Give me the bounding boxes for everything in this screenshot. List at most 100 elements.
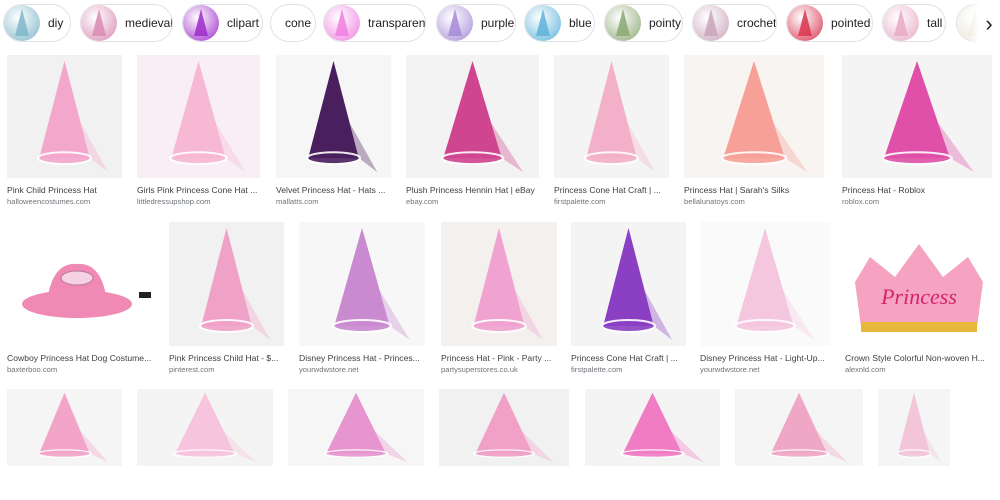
image-result[interactable]: Plush Princess Hennin Hat | eBay ebay.com: [406, 55, 539, 212]
result-source: bellalunatoys.com: [684, 197, 745, 206]
result-thumbnail[interactable]: [585, 389, 720, 466]
image-result[interactable]: Girls Pink Princess Cone Hat ... littledr…: [137, 55, 260, 212]
result-thumbnail[interactable]: Princess: [845, 222, 993, 346]
result-source: partysuperstores.co.uk: [441, 365, 518, 374]
chip-diy[interactable]: diy: [3, 4, 71, 42]
result-title[interactable]: Girls Pink Princess Cone Hat ...: [137, 185, 260, 195]
result-title[interactable]: Plush Princess Hennin Hat | eBay: [406, 185, 539, 195]
result-thumbnail[interactable]: [288, 389, 424, 466]
crown-text: Princess: [880, 284, 957, 309]
result-source: firstpalette.com: [571, 365, 623, 374]
result-thumbnail[interactable]: [7, 222, 154, 346]
chip-transparent[interactable]: transparent: [323, 4, 426, 42]
result-source: yourwdwstore.net: [700, 365, 760, 374]
chip-label: crochet: [737, 16, 777, 30]
result-title[interactable]: Disney Princess Hat - Princes...: [299, 353, 425, 363]
result-thumbnail[interactable]: [700, 222, 830, 346]
result-title[interactable]: Princess Hat - Roblox: [842, 185, 992, 195]
chip-label: diy: [48, 16, 64, 30]
chip-cone[interactable]: cone: [270, 4, 316, 42]
result-source: littledressupshop.com: [137, 197, 211, 206]
image-result[interactable]: [439, 389, 569, 500]
image-result[interactable]: [137, 389, 273, 500]
result-thumbnail[interactable]: [571, 222, 686, 346]
result-title[interactable]: Velvet Princess Hat - Hats ...: [276, 185, 391, 195]
image-result[interactable]: Velvet Princess Hat - Hats ... mallatts.c…: [276, 55, 391, 212]
chip-pointed[interactable]: pointed: [786, 4, 873, 42]
chip-thumbnail: [324, 5, 360, 41]
result-thumbnail[interactable]: [169, 222, 284, 346]
result-title[interactable]: Princess Hat - Pink - Party ...: [441, 353, 557, 363]
chip-label: purple: [481, 16, 515, 30]
result-thumbnail[interactable]: [7, 55, 122, 178]
result-thumbnail[interactable]: [842, 55, 992, 178]
chip-thumbnail: [437, 5, 473, 41]
chip-thumbnail: [693, 5, 729, 41]
chip-blue[interactable]: blue: [524, 4, 595, 42]
result-thumbnail[interactable]: [441, 222, 557, 346]
chip-label: pointy: [649, 16, 682, 30]
image-result[interactable]: Disney Princess Hat - Princes... yourwdws…: [299, 222, 425, 380]
chip-pointy[interactable]: pointy: [604, 4, 683, 42]
image-result[interactable]: [585, 389, 720, 500]
image-result[interactable]: [288, 389, 424, 500]
result-title[interactable]: Crown Style Colorful Non-woven H...: [845, 353, 993, 363]
chip-thumbnail: [183, 5, 219, 41]
chip-label: transparent: [368, 16, 426, 30]
result-thumbnail[interactable]: [439, 389, 569, 466]
chip-crochet[interactable]: crochet: [692, 4, 777, 42]
result-thumbnail[interactable]: [735, 389, 863, 466]
image-result[interactable]: [7, 389, 122, 500]
image-result[interactable]: Princess Crown Style Colorful Non-woven H…: [845, 222, 993, 380]
chip-label: blue: [569, 16, 592, 30]
result-title[interactable]: Pink Princess Child Hat - $...: [169, 353, 284, 363]
chip-thumbnail: [605, 5, 641, 41]
result-title[interactable]: Princess Cone Hat Craft | ...: [571, 353, 686, 363]
chip-thumbnail: [787, 5, 823, 41]
chip-medieval[interactable]: medieval: [80, 4, 173, 42]
result-thumbnail[interactable]: [7, 389, 122, 466]
image-result[interactable]: Princess Hat - Pink - Party ... partysupe…: [441, 222, 557, 380]
image-result[interactable]: Pink Princess Child Hat - $... pinterest.…: [169, 222, 284, 380]
image-result[interactable]: Pink Child Princess Hat halloweencostumes…: [7, 55, 122, 212]
chip-thumbnail: [883, 5, 919, 41]
chip-thumbnail: [81, 5, 117, 41]
result-title[interactable]: Princess Hat | Sarah's Silks: [684, 185, 824, 195]
chip-label: cone: [285, 16, 312, 30]
chip-label: tall: [927, 16, 943, 30]
image-result[interactable]: [735, 389, 863, 500]
result-source: firstpalette.com: [554, 197, 606, 206]
chip-clipart[interactable]: clipart: [182, 4, 263, 42]
result-thumbnail[interactable]: [137, 55, 260, 178]
result-thumbnail[interactable]: [554, 55, 669, 178]
result-source: mallatts.com: [276, 197, 319, 206]
result-source: yourwdwstore.net: [299, 365, 359, 374]
image-result[interactable]: Princess Hat | Sarah's Silks bellalunatoy…: [684, 55, 824, 212]
image-result[interactable]: Disney Princess Hat - Light-Up... yourwdw…: [700, 222, 830, 380]
result-source: baxterboo.com: [7, 365, 58, 374]
result-source: roblox.com: [842, 197, 880, 206]
result-title[interactable]: Disney Princess Hat - Light-Up...: [700, 353, 830, 363]
chip-label: clipart: [227, 16, 260, 30]
chip-tall[interactable]: tall: [882, 4, 946, 42]
image-result[interactable]: Cowboy Princess Hat Dog Costume... baxter…: [7, 222, 154, 380]
image-result[interactable]: Princess Hat - Roblox roblox.com: [842, 55, 992, 212]
result-title[interactable]: Cowboy Princess Hat Dog Costume...: [7, 353, 154, 363]
result-thumbnail[interactable]: [684, 55, 824, 178]
chip-label: pointed: [831, 16, 871, 30]
chip-thumbnail: [4, 5, 40, 41]
result-title[interactable]: Princess Cone Hat Craft | ...: [554, 185, 669, 195]
result-title[interactable]: Pink Child Princess Hat: [7, 185, 122, 195]
image-result[interactable]: [878, 389, 950, 500]
chevron-right-icon[interactable]: ›: [978, 0, 1000, 48]
result-thumbnail[interactable]: [276, 55, 391, 178]
chip-thumbnail: [525, 5, 561, 41]
chip-purple[interactable]: purple: [436, 4, 516, 42]
result-source: halloweencostumes.com: [7, 197, 91, 206]
result-thumbnail[interactable]: [878, 389, 950, 466]
image-result[interactable]: Princess Cone Hat Craft | ... firstpalett…: [554, 55, 669, 212]
image-result[interactable]: Princess Cone Hat Craft | ... firstpalett…: [571, 222, 686, 380]
result-thumbnail[interactable]: [299, 222, 425, 346]
result-thumbnail[interactable]: [406, 55, 539, 178]
result-thumbnail[interactable]: [137, 389, 273, 466]
